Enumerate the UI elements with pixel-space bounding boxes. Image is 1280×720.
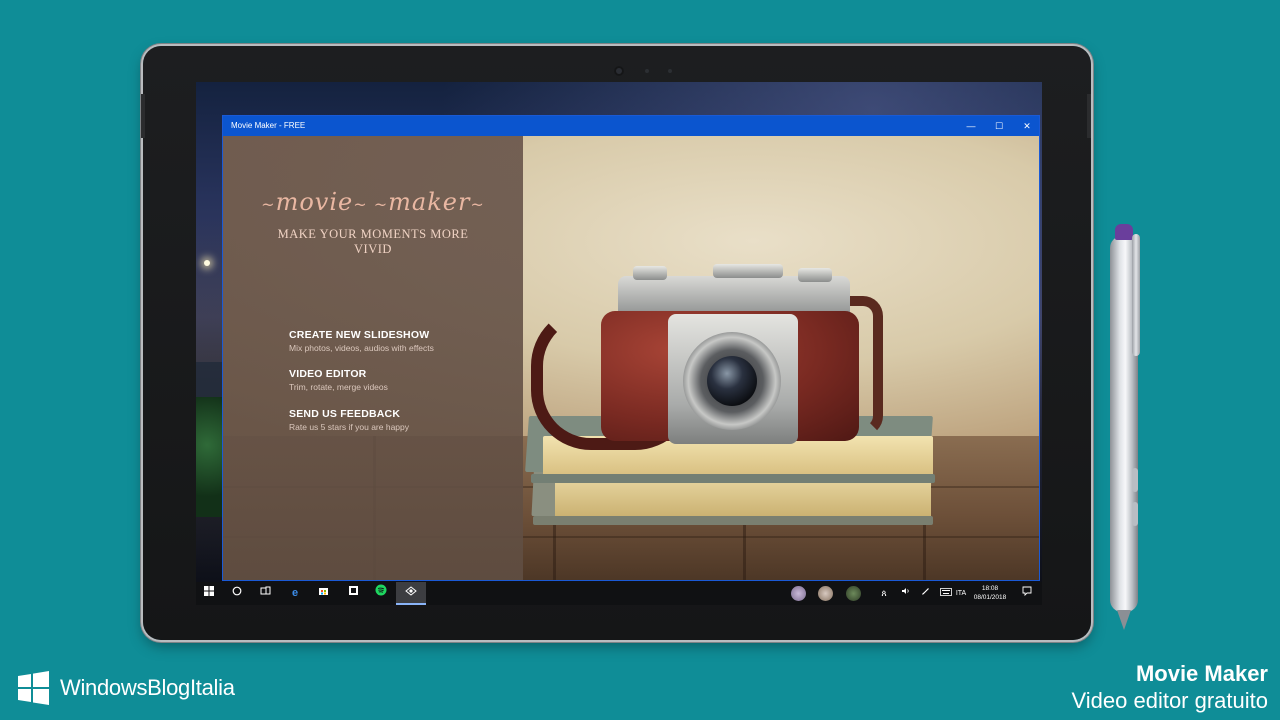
pen-side-button [1132, 468, 1138, 492]
front-camera [614, 66, 624, 76]
windows-start-icon[interactable] [196, 582, 222, 605]
taskbar: e ጰ ITA 18:08 08/01/2018 [196, 582, 1042, 605]
windowsblogitalia-logo-icon [18, 671, 49, 705]
minimize-button[interactable]: — [957, 116, 985, 136]
system-clock[interactable]: 18:08 08/01/2018 [966, 584, 1014, 602]
camera-viewfinder [713, 264, 783, 278]
brand-name: WindowsBlogItalia [60, 675, 235, 700]
camera-dial [798, 268, 832, 282]
send-feedback-menu-item[interactable]: SEND US FEEDBACK Rate us 5 stars if you … [289, 408, 489, 432]
movie-maker-window: Movie Maker - FREE — ☐ ✕ ~movie~ ~maker~… [222, 115, 1040, 581]
menu-item-subtitle: Trim, rotate, merge videos [289, 382, 388, 392]
pen-tip [1117, 610, 1131, 630]
menu-item-title: VIDEO EDITOR [289, 368, 367, 380]
window-titlebar[interactable]: Movie Maker - FREE — ☐ ✕ [223, 116, 1039, 136]
menu-item-title: SEND US FEEDBACK [289, 408, 401, 420]
upper-book-cover [531, 474, 935, 483]
video-editor-menu-item[interactable]: VIDEO EDITOR Trim, rotate, merge videos [289, 368, 489, 392]
people-contact-icon[interactable] [791, 586, 806, 601]
cortana-icon[interactable] [224, 582, 250, 605]
logo-word-maker: maker [388, 188, 471, 216]
tablet-side-button [1087, 94, 1091, 138]
lower-book-cover [533, 516, 933, 525]
photos-icon[interactable] [340, 582, 366, 605]
people-contact-icon[interactable] [846, 586, 861, 601]
task-view-icon[interactable] [252, 582, 278, 605]
app-content: ~movie~ ~maker~ MAKE YOUR MOMENTS MORE V… [223, 136, 1039, 580]
caption-subtitle: Video editor gratuito [1071, 688, 1268, 713]
clock-date: 08/01/2018 [973, 594, 1007, 601]
menu-item-subtitle: Rate us 5 stars if you are happy [289, 422, 410, 432]
movie-maker-icon[interactable] [396, 582, 426, 605]
menu-item-subtitle: Mix photos, videos, audios with effects [289, 343, 434, 353]
menu-item-title: CREATE NEW SLIDESHOW [289, 329, 430, 341]
surface-pen [1108, 224, 1142, 634]
logo-flourish: ~ ~ [353, 195, 389, 214]
pen-eraser-cap [1115, 224, 1133, 240]
app-logo: ~movie~ ~maker~ [259, 188, 487, 216]
wallpaper-light [204, 260, 210, 266]
store-icon[interactable] [310, 582, 336, 605]
logo-flourish: ~ [470, 195, 485, 214]
wallpaper-trees [196, 397, 224, 517]
clock-time: 18:08 [981, 585, 999, 592]
home-menu-panel: ~movie~ ~maker~ MAKE YOUR MOMENTS MORE V… [223, 136, 523, 580]
edge-icon[interactable]: e [282, 582, 308, 605]
app-tagline: MAKE YOUR MOMENTS MORE VIVID [277, 227, 469, 256]
logo-word-movie: movie [275, 188, 354, 216]
spotify-icon[interactable] [368, 582, 394, 605]
maximize-button[interactable]: ☐ [985, 116, 1013, 136]
pen-clip [1132, 234, 1140, 356]
action-center-icon[interactable] [1014, 582, 1040, 605]
close-button[interactable]: ✕ [1013, 116, 1039, 136]
people-contact-icon[interactable] [818, 586, 833, 601]
create-slideshow-menu-item[interactable]: CREATE NEW SLIDESHOW Mix photos, videos,… [289, 329, 489, 353]
ir-sensor [645, 69, 649, 73]
logo-flourish: ~ [261, 195, 276, 214]
pen-side-button [1132, 502, 1138, 526]
camera-lens-glass [707, 356, 757, 406]
tablet-volume-button [141, 94, 145, 138]
caption-title: Movie Maker [1135, 661, 1268, 686]
camera-dial [633, 266, 667, 280]
window-title: Movie Maker - FREE [231, 121, 306, 130]
ir-sensor [668, 69, 672, 73]
